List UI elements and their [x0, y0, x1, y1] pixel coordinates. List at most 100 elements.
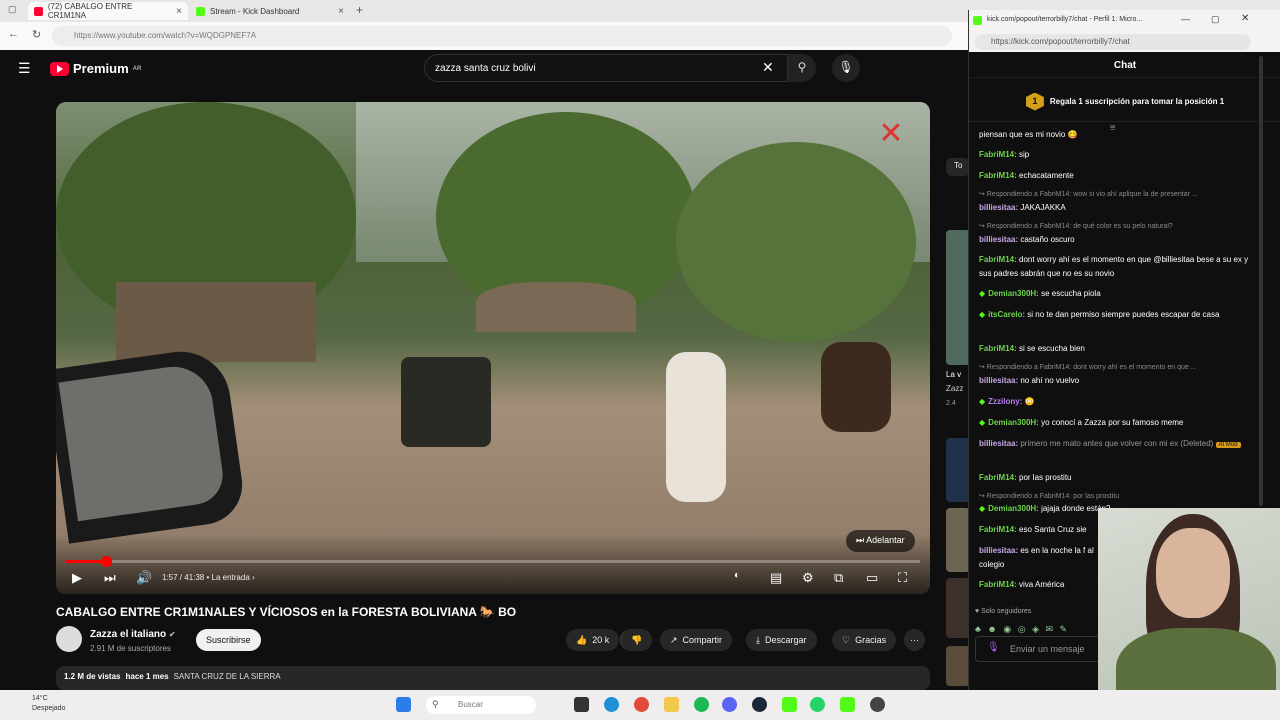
message-user[interactable]: itsCarelo: — [988, 310, 1025, 319]
emote-bar[interactable]: ♣ ☻ ◉ ◎ ◈ ✉ ✎ — [975, 624, 1069, 635]
kick-app-icon[interactable] — [840, 697, 855, 712]
close-tab-icon[interactable]: × — [176, 6, 182, 17]
channel-name[interactable]: Zazza el italiano ✔ — [90, 629, 176, 640]
new-tab-icon[interactable]: + — [356, 3, 363, 17]
message-user[interactable]: Demian300H: — [988, 289, 1039, 298]
progress-bar[interactable] — [66, 556, 920, 567]
miniplayer-icon[interactable]: ⧉ — [834, 570, 843, 586]
related-thumbnail[interactable] — [946, 508, 970, 572]
reload-icon[interactable]: ↻ — [32, 28, 41, 41]
clear-search-icon[interactable]: ✕ — [762, 59, 774, 76]
reply-context[interactable]: ↪ Respondiendo a FabriM14: wow si vio ah… — [979, 190, 1198, 198]
more-actions-button[interactable]: ··· — [904, 629, 925, 651]
youtube-logo[interactable]: Premium AR — [50, 61, 141, 76]
message-user[interactable]: billiesitaa: — [979, 376, 1018, 385]
dislike-button[interactable]: 👎 — [620, 629, 653, 651]
back-icon[interactable]: ← — [8, 28, 19, 40]
description-box[interactable]: 1.2 M de vistas hace 1 mes SANTA CRUZ DE… — [56, 666, 930, 690]
settings-gear-icon[interactable]: ⚙ — [802, 570, 814, 586]
skip-button[interactable]: ⏭ Adelantar — [846, 530, 915, 552]
tab-youtube[interactable]: (72) CABALGO ENTRE CR1M1NA × — [28, 2, 188, 20]
reply-context[interactable]: ↪ Respondiendo a FabriM14: de qué color … — [979, 222, 1173, 230]
kick-icon[interactable] — [782, 697, 797, 712]
weather-widget[interactable]: 14°C Despejado — [12, 694, 65, 714]
subscribe-button[interactable]: Suscribirse — [196, 629, 261, 651]
close-tab-icon[interactable]: × — [338, 6, 344, 17]
view-count: 1.2 M de vistas — [64, 672, 121, 681]
maximize-icon[interactable]: ▢ — [1211, 14, 1220, 25]
chrome-icon[interactable] — [634, 697, 649, 712]
related-thumbnail[interactable] — [946, 578, 970, 638]
theater-mode-icon[interactable]: ▭ — [866, 570, 878, 586]
filter-chip[interactable]: To — [946, 158, 970, 176]
message-user[interactable]: billiesitaa: — [979, 439, 1018, 448]
edge-icon[interactable] — [604, 697, 619, 712]
message-user[interactable]: Demian300H: — [988, 504, 1039, 513]
download-button[interactable]: ⤓ Descargar — [746, 629, 817, 651]
spotify-icon[interactable] — [694, 697, 709, 712]
reply-context[interactable]: ↪ Respondiendo a FabriM14: por las prost… — [979, 492, 1119, 500]
autoplay-toggle-icon[interactable]: ◐ — [734, 570, 740, 581]
related-thumbnail[interactable] — [946, 646, 970, 686]
message-user[interactable]: Demian300H: — [988, 418, 1039, 427]
message-user[interactable]: billiesitaa: — [979, 235, 1018, 244]
chat-url-field[interactable]: https://kick.com/popout/terrorbilly7/cha… — [975, 34, 1251, 50]
thanks-button[interactable]: ♡ Gracias — [832, 629, 897, 651]
volume-icon[interactable]: 🔊 — [136, 570, 152, 586]
message-user[interactable]: FabriM14: — [979, 150, 1017, 159]
mic-icon[interactable]: 🎙 — [987, 642, 1000, 653]
app-icon[interactable] — [870, 697, 885, 712]
window-menu-icon[interactable]: ▢ — [8, 4, 17, 15]
gift-banner[interactable]: 1 Regala 1 suscripción para tomar la pos… — [969, 82, 1280, 122]
message-user[interactable]: FabriM14: — [979, 344, 1017, 353]
thumbs-up-icon: 👍 — [576, 634, 588, 645]
video-frame-atv — [401, 357, 491, 447]
share-button[interactable]: ↗ Compartir — [660, 629, 733, 651]
chapter-text[interactable]: • La entrada › — [207, 573, 255, 582]
start-windows-icon[interactable] — [396, 697, 411, 712]
discord-icon[interactable] — [722, 697, 737, 712]
tab-kick[interactable]: Stream - Kick Dashboard × — [190, 2, 350, 20]
message-user[interactable]: FabriM14: — [979, 473, 1017, 482]
captions-icon[interactable]: ▤ — [770, 570, 782, 586]
location-tag[interactable]: SANTA CRUZ DE LA SIERRA — [174, 672, 281, 684]
youtube-play-icon — [50, 61, 69, 76]
close-window-icon[interactable]: ✕ — [1241, 13, 1249, 24]
share-icon: ↗ — [670, 634, 678, 645]
fullscreen-icon[interactable]: ⛶ — [898, 570, 907, 586]
channel-avatar[interactable] — [56, 626, 82, 652]
message-user[interactable]: billiesitaa: — [979, 203, 1018, 212]
voice-search-button[interactable]: 🎙 — [832, 54, 860, 82]
message-user[interactable]: FabriM14: — [979, 171, 1017, 180]
whatsapp-icon[interactable] — [810, 697, 825, 712]
channel-watermark-icon[interactable]: ✕ — [871, 116, 911, 176]
search-input[interactable]: zazza santa cruz bolivi — [424, 54, 788, 82]
reply-context[interactable]: ↪ Respondiendo a FabriM14: dont worry ah… — [979, 363, 1197, 371]
url-field[interactable]: https://www.youtube.com/watch?v=WQDGPNEF… — [52, 26, 952, 46]
search-button[interactable]: ⚲ — [788, 54, 816, 82]
play-icon[interactable]: ▶ — [72, 570, 82, 586]
message-user[interactable]: billiesitaa: — [979, 546, 1018, 555]
ai-mod-badge: AI Mod — [1215, 442, 1241, 448]
message-user[interactable]: Zzzilony: — [988, 397, 1022, 406]
file-explorer-icon[interactable] — [664, 697, 679, 712]
video-player[interactable]: ✕ ⏭ Adelantar ▶ ⏭ 🔊 1:57 / 41:38 • La en… — [56, 102, 930, 594]
related-thumbnail[interactable] — [946, 230, 970, 365]
message-user[interactable]: FabriM14: — [979, 255, 1017, 264]
menu-icon[interactable]: ☰ — [18, 60, 31, 77]
progress-fill — [66, 560, 107, 563]
taskbar-search[interactable]: Buscar — [426, 696, 536, 714]
task-view-icon[interactable] — [574, 697, 589, 712]
message-user[interactable]: FabriM14: — [979, 525, 1017, 534]
emote-icon[interactable]: ♣ ☻ ◉ ◎ ◈ ✉ ✎ — [975, 624, 1069, 634]
message-user[interactable]: FabriM14: — [979, 580, 1017, 589]
related-thumbnail[interactable] — [946, 438, 970, 502]
steam-icon[interactable] — [752, 697, 767, 712]
next-icon[interactable]: ⏭ — [104, 570, 116, 586]
message-text: eso Santa Cruz sie — [1016, 525, 1087, 534]
kick-favicon-icon — [196, 6, 205, 16]
like-button[interactable]: 👍 20 k — [566, 629, 620, 651]
related-title[interactable]: La v — [946, 370, 961, 379]
minimize-icon[interactable]: — — [1181, 14, 1190, 24]
chat-scrollbar[interactable] — [1259, 56, 1263, 506]
